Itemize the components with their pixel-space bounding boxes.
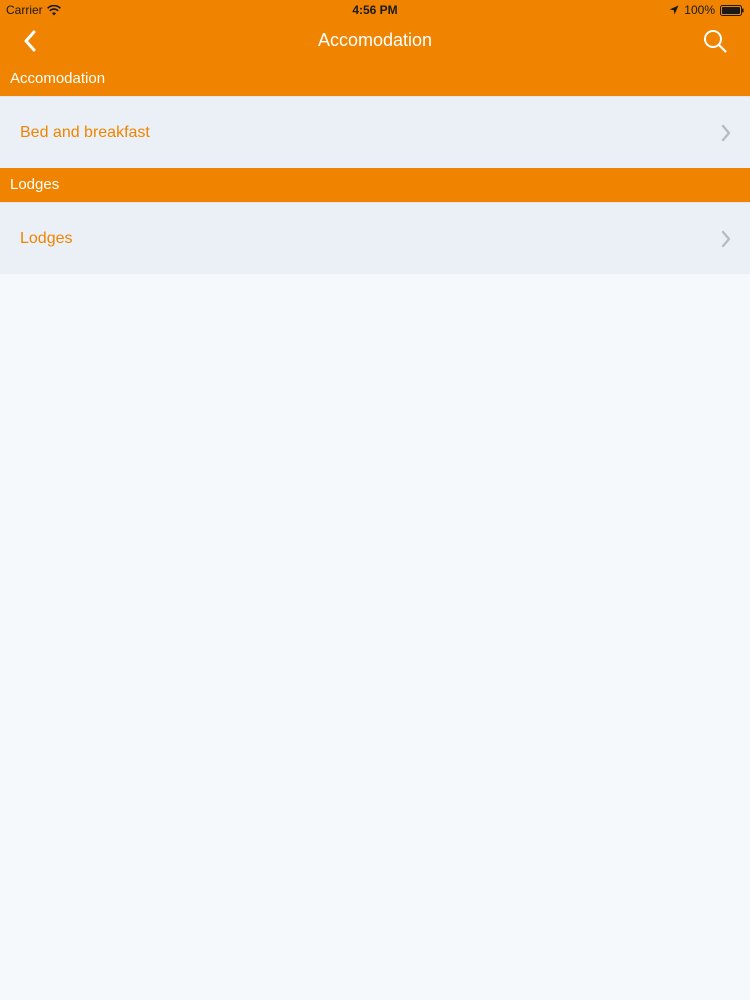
search-icon xyxy=(704,30,727,53)
status-right-group: 100% xyxy=(669,3,744,17)
list-item-label: Lodges xyxy=(20,230,73,247)
chevron-right-icon xyxy=(721,230,731,248)
status-bar: Carrier 4:56 PM 100% xyxy=(0,0,750,20)
search-button[interactable] xyxy=(700,26,730,56)
screen: Carrier 4:56 PM 100% Accomodation Accomo… xyxy=(0,0,750,1000)
nav-bar: Accomodation xyxy=(0,20,750,62)
battery-icon xyxy=(720,4,744,16)
top-bar: Carrier 4:56 PM 100% Accomodation xyxy=(0,0,750,62)
section-header-lodges: Lodges xyxy=(0,168,750,202)
list-item-label: Bed and breakfast xyxy=(20,124,150,141)
chevron-right-icon xyxy=(721,124,731,142)
battery-percentage: 100% xyxy=(684,3,715,17)
list-item-lodges[interactable]: Lodges xyxy=(0,202,750,274)
location-icon xyxy=(669,5,679,15)
section-header-accomodation: Accomodation xyxy=(0,62,750,96)
list-item-bed-and-breakfast[interactable]: Bed and breakfast xyxy=(0,96,750,168)
page-title: Accomodation xyxy=(317,30,433,50)
status-time: 4:56 PM xyxy=(352,3,398,17)
